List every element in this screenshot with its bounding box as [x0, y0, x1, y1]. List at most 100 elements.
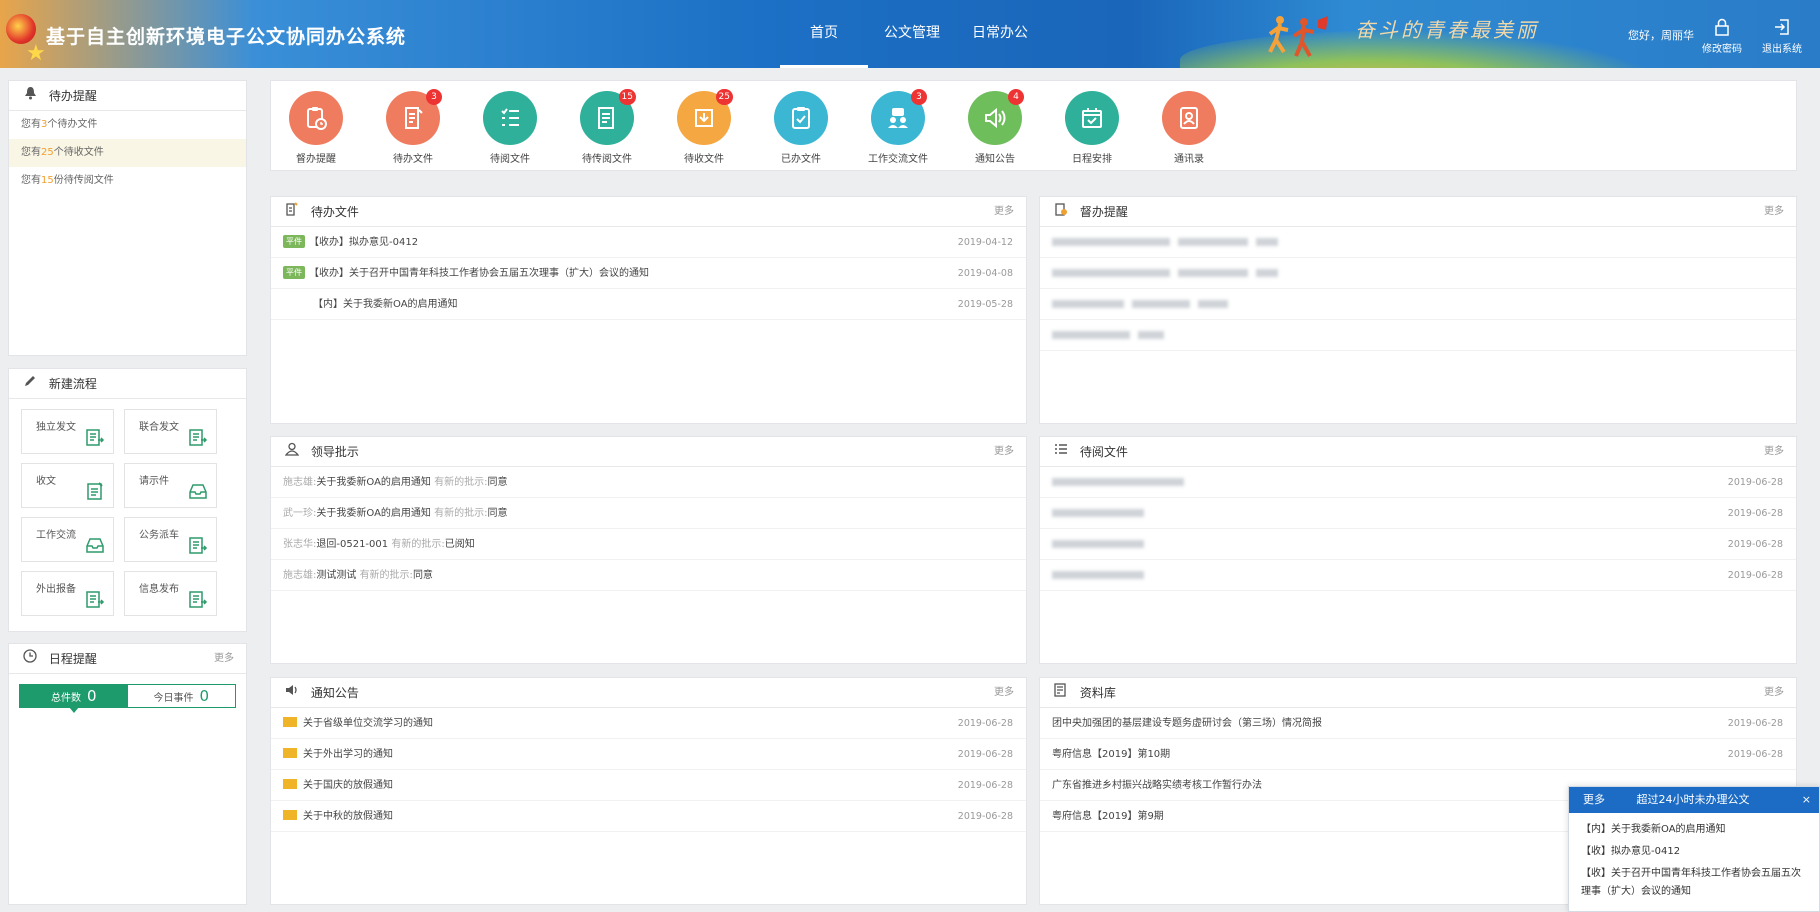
to-read-row[interactable]: 2019-06-28	[1040, 560, 1796, 591]
to-read-date: 2019-06-28	[1727, 570, 1783, 581]
notice-row[interactable]: 关于外出学习的通知 2019-06-28	[271, 739, 1026, 770]
quick-label: 工作交流文件	[868, 154, 928, 165]
notice-text: 关于省级单位交流学习的通知	[303, 718, 433, 729]
quick-to-receive-files[interactable]: 25 待收文件	[659, 89, 749, 165]
todo-reminder-title: 待办提醒	[48, 89, 97, 103]
instruction-row[interactable]: 武一珍:关于我委新OA的启用通知 有新的批示:同意	[271, 498, 1026, 529]
instruction-leader: 张志华:	[283, 539, 317, 550]
logout-label: 退出系统	[1762, 44, 1802, 55]
people-chat-icon: 3	[871, 89, 927, 145]
todo-reminder-item[interactable]: 您有15份待传阅文件	[9, 167, 246, 195]
schedule-header: 日程提醒 更多	[9, 644, 246, 674]
priority-tag: 平件	[283, 266, 305, 279]
quick-address-book[interactable]: 通讯录	[1144, 91, 1234, 165]
quick-label: 待传阅文件	[582, 154, 632, 165]
quick-done-files[interactable]: 已办文件	[756, 91, 846, 165]
supervise-row-redacted[interactable]	[1040, 227, 1796, 258]
notice-panel: 通知公告 更多 关于省级单位交流学习的通知 2019-06-28 关于外出学习的通…	[270, 677, 1027, 905]
main-nav: 首页 公文管理 日常办公	[780, 0, 1044, 68]
schedule-today-tab[interactable]: 今日事件 0	[128, 685, 236, 707]
pending-file-row[interactable]: 平件 【收办】关于召开中国青年科技工作者协会五届五次理事（扩大）会议的通知 2019…	[271, 258, 1026, 289]
document-export-icon	[86, 591, 105, 608]
change-password-label: 修改密码	[1702, 44, 1742, 55]
notice-header: 通知公告 更多	[271, 678, 1026, 708]
quick-schedule[interactable]: 日程安排	[1047, 91, 1137, 165]
popup-item[interactable]: 【收】拟办意见-0412	[1569, 841, 1819, 863]
instruction-row[interactable]: 施志雄:关于我委新OA的启用通知 有新的批示:同意	[271, 467, 1026, 498]
flow-work-exchange-button[interactable]: 工作交流	[21, 517, 114, 562]
flow-outing-report-button[interactable]: 外出报备	[21, 571, 114, 616]
supervise-more-link[interactable]: 更多	[1764, 197, 1784, 227]
clock-icon	[21, 644, 39, 674]
pending-file-date: 2019-04-08	[957, 268, 1013, 279]
reminder-suffix: 份待传阅文件	[53, 175, 114, 186]
leader-more-link[interactable]: 更多	[994, 437, 1014, 467]
supervise-row-redacted[interactable]	[1040, 289, 1796, 320]
quick-badge: 3	[426, 89, 442, 105]
envelope-icon	[283, 748, 297, 758]
notice-row[interactable]: 关于省级单位交流学习的通知 2019-06-28	[271, 708, 1026, 739]
supervise-row-redacted[interactable]	[1040, 320, 1796, 351]
notice-row[interactable]: 关于国庆的放假通知 2019-06-28	[271, 770, 1026, 801]
todo-reminder-header: 待办提醒	[9, 81, 246, 111]
close-icon[interactable]: ×	[1802, 787, 1811, 813]
nav-daily-office[interactable]: 日常办公	[956, 0, 1044, 68]
schedule-total-tab[interactable]: 总件数 0	[20, 685, 128, 713]
flow-request-button[interactable]: 请示件	[124, 463, 217, 508]
nav-document-management[interactable]: 公文管理	[868, 0, 956, 68]
popup-more-link[interactable]: 更多	[1583, 793, 1605, 806]
quick-to-read-files[interactable]: 待阅文件	[465, 91, 555, 165]
logout-button[interactable]: 退出系统	[1754, 18, 1810, 55]
document-library-icon	[1052, 678, 1070, 708]
quick-supervise-reminder[interactable]: 督办提醒	[271, 91, 361, 165]
flow-label: 独立发文	[36, 422, 76, 433]
app-title: 基于自主创新环境电子公文协同办公系统	[46, 26, 407, 48]
schedule-more-link[interactable]: 更多	[214, 644, 234, 674]
pending-file-row[interactable]: 【内】关于我委新OA的启用通知 2019-05-28	[271, 289, 1026, 320]
bell-icon	[21, 81, 39, 111]
library-text: 粤府信息【2019】第9期	[1052, 811, 1164, 822]
quick-notice[interactable]: 4 通知公告	[950, 89, 1040, 165]
flow-info-publish-button[interactable]: 信息发布	[124, 571, 217, 616]
to-read-row[interactable]: 2019-06-28	[1040, 529, 1796, 560]
library-header: 资料库 更多	[1040, 678, 1796, 708]
flow-independent-issue-button[interactable]: 独立发文	[21, 409, 114, 454]
todo-reminder-item[interactable]: 您有3个待办文件	[9, 111, 246, 139]
flow-joint-issue-button[interactable]: 联合发文	[124, 409, 217, 454]
clipboard-clock-icon	[289, 91, 343, 145]
leader-instructions-title: 领导批示	[310, 445, 359, 459]
to-read-files-panel: 待阅文件 更多 2019-06-28 2019-06-28 2019-06-28…	[1039, 436, 1797, 664]
flow-receive-button[interactable]: 收文	[21, 463, 114, 508]
flow-label: 信息发布	[139, 584, 179, 595]
quick-todo-files[interactable]: 3 待办文件	[368, 89, 458, 165]
change-password-button[interactable]: 修改密码	[1694, 18, 1750, 55]
reminder-prefix: 您有	[21, 119, 41, 130]
quick-work-exchange-files[interactable]: 3 工作交流文件	[853, 89, 943, 165]
popup-item[interactable]: 【收】关于召开中国青年科技工作者协会五届五次理事（扩大）会议的通知	[1569, 863, 1819, 903]
to-read-row[interactable]: 2019-06-28	[1040, 498, 1796, 529]
library-text: 广东省推进乡村振兴战略实绩考核工作暂行办法	[1052, 780, 1262, 791]
instruction-row[interactable]: 张志华:退回-0521-001 有新的批示:已阅知	[271, 529, 1026, 560]
document-edit-icon	[87, 482, 103, 500]
flow-label: 请示件	[139, 476, 169, 487]
lock-icon	[1694, 18, 1750, 40]
flow-official-car-button[interactable]: 公务派车	[124, 517, 217, 562]
to-read-more-link[interactable]: 更多	[1764, 437, 1784, 467]
quick-to-circulate-files[interactable]: 15 待传阅文件	[562, 89, 652, 165]
nav-home[interactable]: 首页	[780, 0, 868, 68]
pending-file-date: 2019-05-28	[957, 299, 1013, 310]
supervise-row-redacted[interactable]	[1040, 258, 1796, 289]
download-tray-icon: 25	[677, 89, 733, 145]
library-more-link[interactable]: 更多	[1764, 678, 1784, 708]
notice-row[interactable]: 关于中秋的放假通知 2019-06-28	[271, 801, 1026, 832]
instruction-row[interactable]: 施志雄:测试测试 有新的批示:同意	[271, 560, 1026, 591]
library-row[interactable]: 团中央加强团的基层建设专题务虚研讨会（第三场）情况简报 2019-06-28	[1040, 708, 1796, 739]
library-row[interactable]: 粤府信息【2019】第10期 2019-06-28	[1040, 739, 1796, 770]
notice-more-link[interactable]: 更多	[994, 678, 1014, 708]
popup-item[interactable]: 【内】关于我委新OA的启用通知	[1569, 819, 1819, 841]
user-greeting: 您好，周丽华	[1628, 29, 1694, 42]
to-read-row[interactable]: 2019-06-28	[1040, 467, 1796, 498]
pending-files-more-link[interactable]: 更多	[994, 197, 1014, 227]
todo-reminder-item[interactable]: 您有25个待收文件	[9, 139, 246, 167]
pending-file-row[interactable]: 平件 【收办】拟办意见-0412 2019-04-12	[271, 227, 1026, 258]
